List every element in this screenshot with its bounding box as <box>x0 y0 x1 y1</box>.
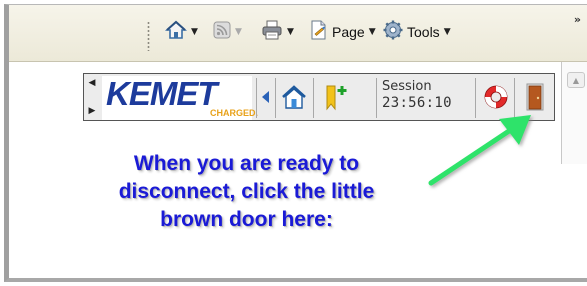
page-menu-button[interactable]: Page ▼ <box>310 18 376 46</box>
rss-feed-icon <box>213 21 231 43</box>
toolbar-scroll-arrows[interactable]: ◀ ▶ <box>87 78 97 116</box>
kemet-logo: KEMET CHARGED. <box>102 75 258 120</box>
toolbar-divider <box>275 78 276 118</box>
feeds-dropdown-icon[interactable]: ▼ <box>235 27 242 37</box>
back-button[interactable] <box>259 82 273 112</box>
browser-window: ▼ ▼ ▼ Page ▼ Tools ▼ » ▲ ◀ ▶ KEMET CHARG… <box>4 4 587 282</box>
toolbar-gripper[interactable] <box>147 21 150 51</box>
kemet-logo-text: KEMET <box>106 75 217 112</box>
add-bookmark-button[interactable] <box>320 82 350 112</box>
page-scrollbar[interactable]: ▲ <box>561 62 587 164</box>
home-dropdown-icon[interactable]: ▼ <box>191 27 198 37</box>
tools-menu-label: Tools <box>407 24 440 40</box>
feeds-button[interactable]: ▼ <box>213 18 242 46</box>
page-menu-label: Page <box>332 24 365 40</box>
pointer-arrow-icon <box>428 115 531 186</box>
instruction-line: disconnect, click the little <box>118 180 375 203</box>
toolbar-divider <box>376 78 377 118</box>
home-button[interactable]: ▼ <box>164 18 198 46</box>
instruction-text: When you are ready to disconnect, click … <box>69 150 424 234</box>
scroll-right-icon[interactable]: ▶ <box>89 106 96 116</box>
ie-command-bar: ▼ ▼ ▼ Page ▼ Tools ▼ » <box>9 5 587 62</box>
scroll-left-icon[interactable]: ◀ <box>89 78 96 88</box>
page-dropdown-icon: ▼ <box>368 27 376 37</box>
toolbar-divider <box>313 78 314 118</box>
toolbar-divider <box>256 78 257 118</box>
instruction-line: brown door here: <box>160 208 333 231</box>
home-button[interactable] <box>279 82 309 112</box>
tools-dropdown-icon: ▼ <box>443 27 451 37</box>
printer-icon <box>261 20 283 44</box>
page-icon <box>310 20 328 44</box>
home-icon <box>282 85 306 109</box>
home-icon <box>164 19 188 45</box>
bookmark-add-icon <box>326 85 347 111</box>
tools-menu-button[interactable]: Tools ▼ <box>383 18 451 46</box>
toolbar-overflow-button[interactable]: » <box>574 13 581 26</box>
scroll-up-icon[interactable]: ▲ <box>567 72 585 88</box>
instruction-line: When you are ready to <box>133 152 360 175</box>
print-button[interactable]: ▼ <box>261 18 294 46</box>
session-label: Session <box>382 79 432 94</box>
kemet-logo-tagline: CHARGED. <box>210 108 259 118</box>
gear-icon <box>383 20 403 44</box>
print-dropdown-icon[interactable]: ▼ <box>287 27 294 37</box>
back-arrow-icon <box>262 91 269 103</box>
